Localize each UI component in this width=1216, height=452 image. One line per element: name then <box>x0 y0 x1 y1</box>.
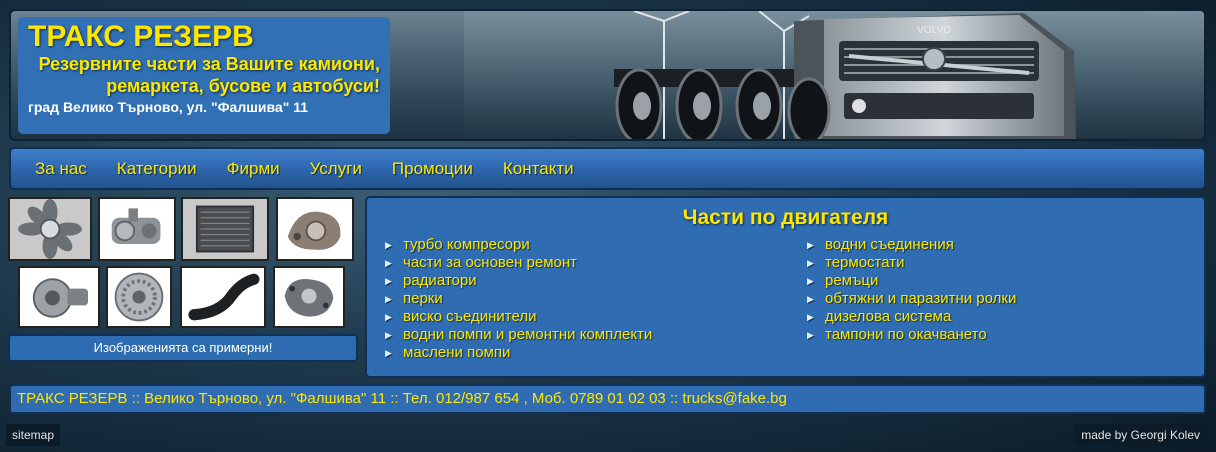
category-link[interactable]: дизелова система <box>805 308 1016 326</box>
category-link[interactable]: тампони по окачването <box>805 326 1016 344</box>
thumbnail-hose[interactable] <box>180 266 266 328</box>
brand-address: град Велико Търново, ул. "Фалшива" 11 <box>28 99 309 115</box>
category-link[interactable]: виско съединители <box>383 308 652 326</box>
category-link[interactable]: обтяжни и паразитни ролки <box>805 290 1016 308</box>
category-link[interactable]: перки <box>383 290 652 308</box>
category-link[interactable]: ремъци <box>805 272 1016 290</box>
nav-item-services[interactable]: Услуги <box>310 159 362 179</box>
sitemap-link[interactable]: sitemap <box>6 424 61 446</box>
nav-item-promotions[interactable]: Промоции <box>392 159 473 179</box>
brand-title[interactable]: ТРАКС РЕЗЕРВ <box>28 21 380 53</box>
brand-tagline-line-1: Резервните части за Вашите камиони, <box>38 54 380 74</box>
nav-item-about[interactable]: За нас <box>35 159 87 179</box>
header-banner: VOLVO ТРАКС РЕЗЕРВ Резервните части за В… <box>9 9 1206 141</box>
thumbnail-visco-clutch[interactable] <box>106 266 172 328</box>
category-link[interactable]: турбо компресори <box>383 236 652 254</box>
truck-banner-image: VOLVO <box>464 11 1204 139</box>
nav-item-categories[interactable]: Категории <box>117 159 197 179</box>
category-title: Части по двигателя <box>682 206 889 229</box>
thumbnail-fan-blade[interactable] <box>8 197 92 261</box>
thumbnail-engine-part[interactable] <box>98 197 176 261</box>
category-link[interactable]: радиатори <box>383 272 652 290</box>
category-link[interactable]: водни помпи и ремонтни комплекти <box>383 326 652 344</box>
brand-box: ТРАКС РЕЗЕРВ Резервните части за Вашите … <box>18 17 390 134</box>
category-list-left: турбо компресори части за основен ремонт… <box>383 236 652 362</box>
category-link[interactable]: водни съединения <box>805 236 1016 254</box>
images-disclaimer: Изображенията са примерни! <box>8 334 358 362</box>
category-list-right: водни съединения термостати ремъци обтяж… <box>805 236 1016 344</box>
main-navigation: За нас Категории Фирми Услуги Промоции К… <box>9 147 1206 190</box>
brand-tagline-line-2: ремаркета, бусове и автобуси! <box>106 76 380 96</box>
truck-grille-text: VOLVO <box>917 25 951 36</box>
author-credit[interactable]: made by Georgi Kolev <box>1075 424 1206 446</box>
thumbnail-water-pump[interactable] <box>273 266 345 328</box>
thumbnail-radiator[interactable] <box>181 197 269 261</box>
nav-item-brands[interactable]: Фирми <box>227 159 280 179</box>
thumbnail-pump-housing[interactable] <box>276 197 354 261</box>
category-panel: Части по двигателя турбо компресори част… <box>365 196 1206 378</box>
contact-footer: ТРАКС РЕЗЕРВ :: Велико Търново, ул. "Фал… <box>9 384 1206 414</box>
category-link[interactable]: маслени помпи <box>383 344 652 362</box>
category-link[interactable]: части за основен ремонт <box>383 254 652 272</box>
thumbnail-turbocharger[interactable] <box>18 266 100 328</box>
category-link[interactable]: термостати <box>805 254 1016 272</box>
nav-item-contacts[interactable]: Контакти <box>503 159 574 179</box>
